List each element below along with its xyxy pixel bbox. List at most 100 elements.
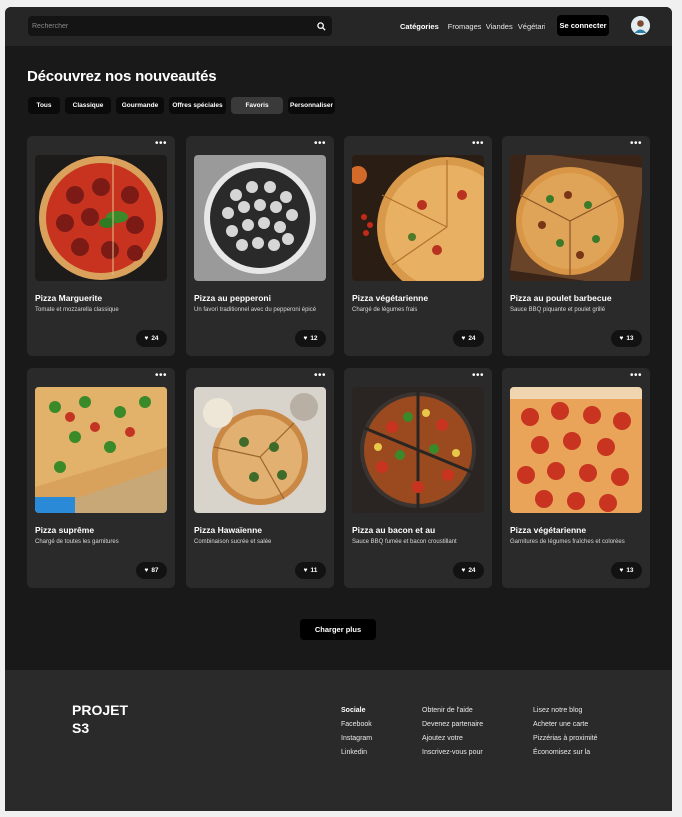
pizza-name: Pizza au bacon et au: [352, 525, 436, 535]
nav-vegetariennes[interactable]: Végétariennes: [518, 22, 545, 31]
pizza-image: [352, 155, 484, 281]
like-button[interactable]: ♥ 24: [136, 330, 167, 347]
footer-brand: PROJET S3: [72, 701, 152, 737]
login-button[interactable]: Se connecter: [557, 15, 609, 36]
pizza-image: [510, 155, 642, 281]
app-window: Catégories Fromages Viandes Végétarienne…: [5, 7, 672, 811]
heart-icon: ♥: [303, 567, 308, 574]
pizza-name: Pizza Hawaïenne: [194, 525, 263, 535]
nav-fromages[interactable]: Fromages: [448, 22, 481, 31]
filter-classique[interactable]: Classique: [65, 97, 111, 114]
like-button[interactable]: ♥ 11: [295, 562, 326, 579]
like-count: 12: [310, 335, 318, 342]
pizza-card[interactable]: ••• Pizza Hawaïenne Combinaison sucrée e…: [186, 368, 334, 588]
top-navigation-bar: Catégories Fromages Viandes Végétarienne…: [5, 7, 672, 46]
pizza-card[interactable]: ••• Pizza au poulet barbecue Sauce BBQ p…: [502, 136, 650, 356]
more-dots-icon[interactable]: •••: [472, 139, 484, 149]
pizza-image: [194, 387, 326, 513]
footer-link-linkedin[interactable]: Linkedin: [341, 748, 372, 762]
footer-link-blog[interactable]: Lisez notre blog: [533, 706, 598, 720]
more-dots-icon[interactable]: •••: [630, 139, 642, 149]
filter-offres-speciales[interactable]: Offres spéciales: [169, 97, 226, 114]
more-dots-icon[interactable]: •••: [314, 371, 326, 381]
like-button[interactable]: ♥ 87: [136, 562, 167, 579]
more-dots-icon[interactable]: •••: [155, 139, 167, 149]
main-nav: Catégories Fromages Viandes Végétarienne…: [400, 16, 554, 36]
brand-line-1: PROJET: [72, 702, 129, 718]
load-more-button[interactable]: Charger plus: [300, 619, 376, 640]
filter-tous[interactable]: Tous: [28, 97, 60, 114]
footer-link-nearby[interactable]: Pizzérias à proximité: [533, 734, 598, 748]
heart-icon: ♥: [303, 335, 308, 342]
pizza-image: [35, 155, 167, 281]
like-count: 13: [626, 567, 634, 574]
more-dots-icon[interactable]: •••: [630, 371, 642, 381]
more-dots-icon[interactable]: •••: [472, 371, 484, 381]
footer-column-more: Lisez notre blog Acheter une carte Pizzé…: [533, 706, 598, 762]
pizza-name: Pizza végétarienne: [510, 525, 587, 535]
footer-column-social: Sociale Facebook Instagram Linkedin: [341, 706, 372, 762]
filter-chips: Tous Classique Gourmande Offres spéciale…: [28, 97, 340, 114]
footer-link-save[interactable]: Économisez sur la: [533, 748, 598, 762]
pizza-card[interactable]: ••• Pizza végétarienne Garnitures de lég…: [502, 368, 650, 588]
pizza-name: Pizza végétarienne: [352, 293, 429, 303]
more-dots-icon[interactable]: •••: [155, 371, 167, 381]
pizza-description: Garnitures de légumes fraîches et coloré…: [510, 539, 625, 545]
pizza-name: Pizza suprême: [35, 525, 95, 535]
like-button[interactable]: ♥ 13: [611, 330, 642, 347]
heart-icon: ♥: [461, 567, 466, 574]
like-button[interactable]: ♥ 13: [611, 562, 642, 579]
like-count: 24: [468, 335, 476, 342]
like-count: 11: [310, 567, 318, 574]
pizza-description: Chargé de toutes les garnitures: [35, 539, 119, 545]
page-title: Découvrez nos nouveautés: [27, 68, 217, 85]
nav-viandes[interactable]: Viandes: [486, 22, 514, 31]
pizza-description: Sauce BBQ fumée et bacon croustillant: [352, 539, 457, 545]
pizza-card[interactable]: ••• Pizza Marguerite Tomate et mozzarell…: [27, 136, 175, 356]
pizza-card[interactable]: ••• Pizza suprême Chargé de toutes les g…: [27, 368, 175, 588]
footer-link-facebook[interactable]: Facebook: [341, 720, 372, 734]
footer-link-partner[interactable]: Devenez partenaire: [422, 720, 483, 734]
pizza-card[interactable]: ••• Pizza végétarienne Chargé de légumes…: [344, 136, 492, 356]
pizza-card[interactable]: ••• Pizza au bacon et au Sauce BBQ fumée…: [344, 368, 492, 588]
footer: PROJET S3 Sociale Facebook Instagram Lin…: [5, 670, 672, 811]
pizza-description: Combinaison sucrée et salée: [194, 539, 272, 545]
pizza-description: Sauce BBQ piquante et poulet grillé: [510, 307, 606, 313]
filter-favoris[interactable]: Favoris: [231, 97, 283, 114]
pizza-image: [510, 387, 642, 513]
footer-column-help: Obtenir de l'aide Devenez partenaire Ajo…: [422, 706, 483, 762]
filter-gourmande[interactable]: Gourmande: [116, 97, 164, 114]
like-button[interactable]: ♥ 12: [295, 330, 326, 347]
like-count: 24: [151, 335, 159, 342]
nav-categories[interactable]: Catégories: [400, 22, 439, 31]
heart-icon: ♥: [461, 335, 466, 342]
pizza-name: Pizza Marguerite: [35, 293, 103, 303]
pizza-card[interactable]: ••• Pizza au pepperoni Un favori traditi…: [186, 136, 334, 356]
pizza-name: Pizza au poulet barbecue: [510, 293, 612, 303]
pizza-description: Un favori traditionnel avec du pepperoni…: [194, 307, 317, 313]
footer-link-signup[interactable]: Inscrivez-vous pour: [422, 748, 483, 762]
footer-link-instagram[interactable]: Instagram: [341, 734, 372, 748]
like-button[interactable]: ♥ 24: [453, 562, 484, 579]
heart-icon: ♥: [144, 567, 149, 574]
pizza-name: Pizza au pepperoni: [194, 293, 271, 303]
search-icon[interactable]: [314, 19, 328, 33]
more-dots-icon[interactable]: •••: [314, 139, 326, 149]
heart-icon: ♥: [144, 335, 149, 342]
filter-personnaliser[interactable]: Personnaliser: [288, 97, 335, 114]
footer-link-add[interactable]: Ajoutez votre: [422, 734, 483, 748]
heart-icon: ♥: [619, 567, 624, 574]
like-button[interactable]: ♥ 24: [453, 330, 484, 347]
search-input[interactable]: [32, 16, 302, 36]
like-count: 13: [626, 335, 634, 342]
heart-icon: ♥: [619, 335, 624, 342]
like-count: 24: [468, 567, 476, 574]
pizza-image: [352, 387, 484, 513]
user-avatar[interactable]: [631, 16, 650, 35]
footer-link-help[interactable]: Obtenir de l'aide: [422, 706, 483, 720]
pizza-description: Tomate et mozzarella classique: [35, 307, 119, 313]
pizza-image: [194, 155, 326, 281]
brand-line-2: S3: [72, 720, 90, 736]
pizza-image: [35, 387, 167, 513]
footer-link-card[interactable]: Acheter une carte: [533, 720, 598, 734]
